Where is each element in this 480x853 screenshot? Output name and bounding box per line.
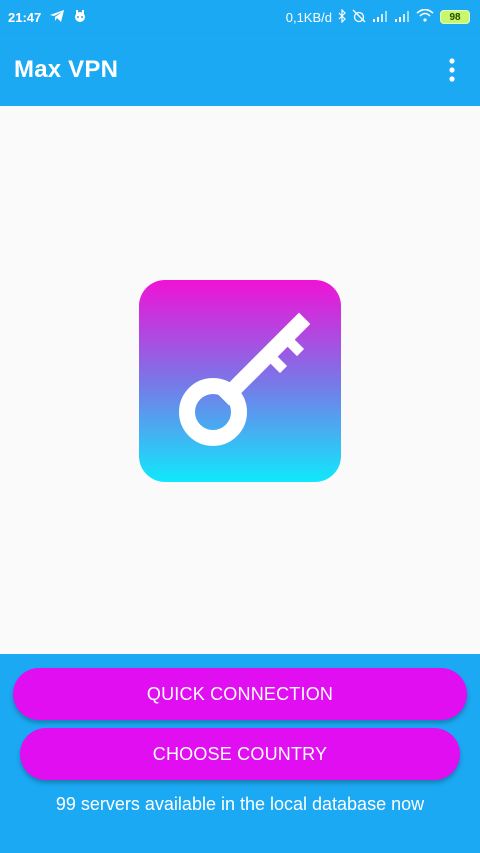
app-title: Max VPN bbox=[14, 56, 119, 83]
alarm-off-icon bbox=[352, 9, 366, 26]
servers-status-text: 99 servers available in the local databa… bbox=[55, 794, 425, 814]
bluetooth-icon bbox=[338, 8, 346, 26]
network-speed: 0,1KB/d bbox=[285, 9, 332, 25]
battery-indicator: 98 bbox=[440, 10, 470, 24]
app-logo bbox=[139, 280, 341, 482]
wifi-icon bbox=[416, 8, 434, 25]
bottom-panel: QUICK CONNECTION CHOOSE COUNTRY 99 serve… bbox=[0, 654, 480, 853]
telegram-icon bbox=[49, 9, 65, 26]
status-bar: 21:47 0,1KB/d 98 bbox=[0, 0, 480, 34]
more-vertical-icon[interactable] bbox=[440, 54, 464, 86]
choose-country-button[interactable]: CHOOSE COUNTRY bbox=[20, 728, 460, 780]
status-time: 21:47 bbox=[8, 9, 42, 25]
app-bar: Max VPN bbox=[0, 34, 480, 106]
quick-connection-button[interactable]: QUICK CONNECTION bbox=[13, 668, 467, 720]
main-content bbox=[0, 106, 480, 654]
status-bar-right: 0,1KB/d 98 bbox=[285, 8, 470, 26]
signal-icon bbox=[394, 10, 410, 25]
android-robot-icon bbox=[73, 9, 87, 26]
status-bar-left: 21:47 bbox=[8, 9, 87, 26]
key-icon bbox=[139, 280, 341, 482]
signal-icon bbox=[372, 10, 388, 25]
